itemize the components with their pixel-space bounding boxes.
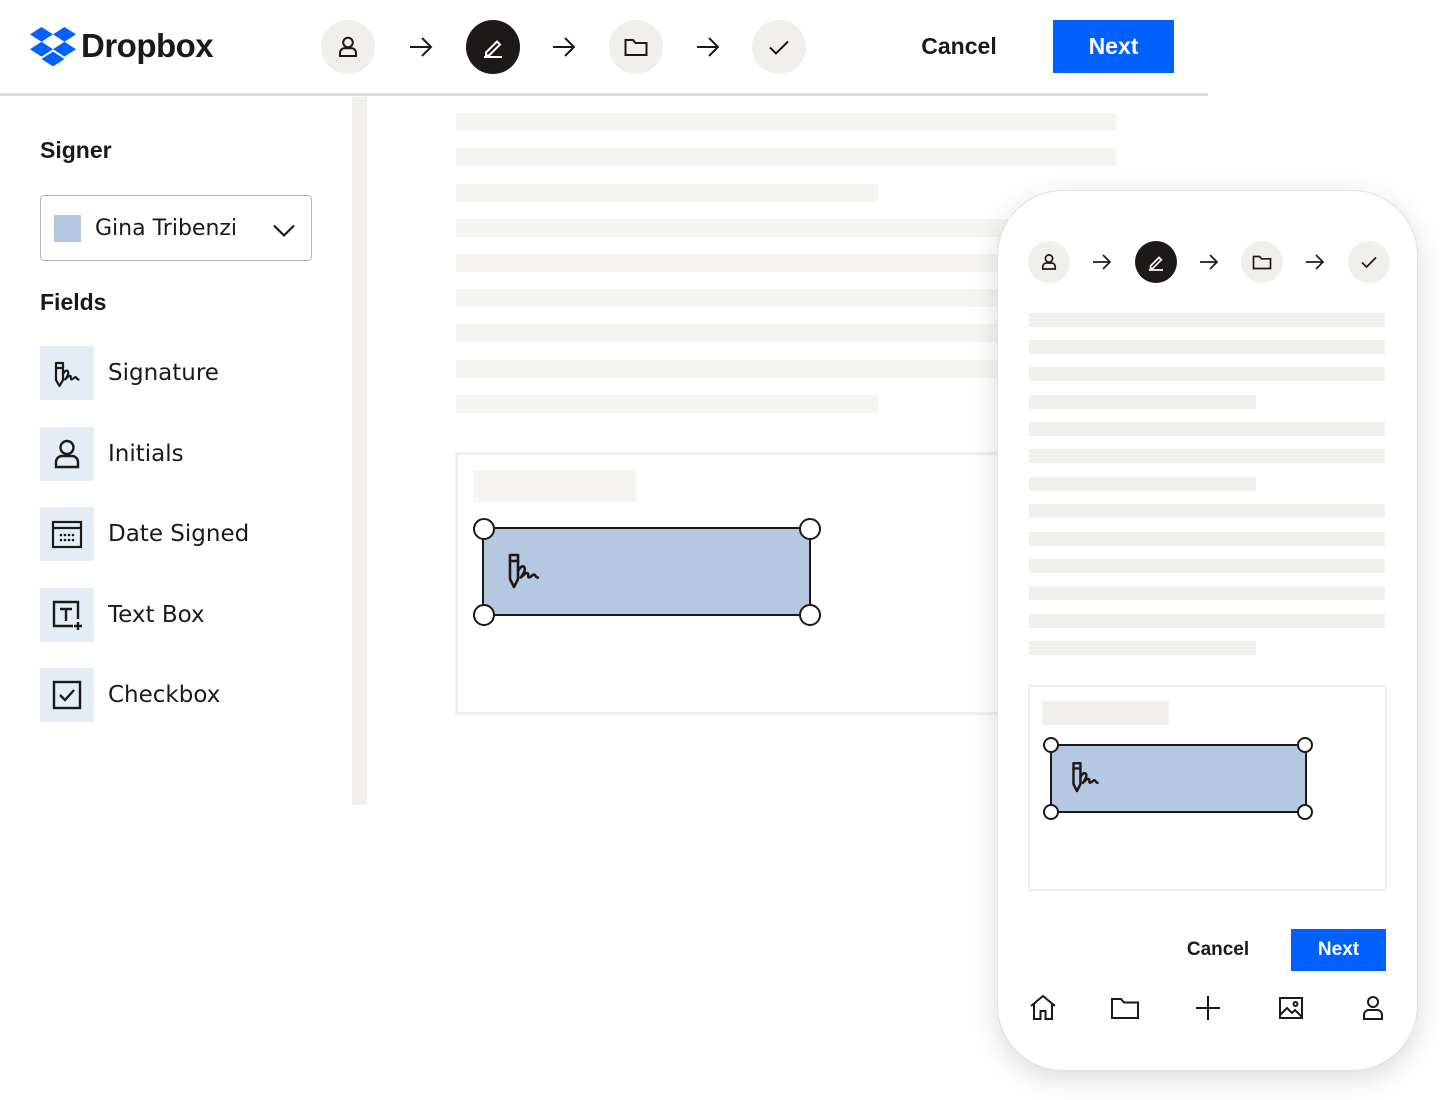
document-text-line xyxy=(1029,586,1385,600)
signature-icon xyxy=(1068,758,1112,798)
document-text-line xyxy=(456,148,1117,166)
document-text-line xyxy=(1029,340,1385,354)
photo-icon[interactable] xyxy=(1274,991,1308,1025)
pen-icon xyxy=(484,40,502,58)
document-text-line xyxy=(1029,477,1256,491)
checkbox-icon xyxy=(52,680,82,710)
top-bar: Dropbox Cancel Next xyxy=(0,0,1208,96)
document-text-line xyxy=(1029,313,1385,327)
resize-handle[interactable] xyxy=(473,518,495,540)
chevron-down-icon xyxy=(271,217,297,243)
signature-section-label xyxy=(1042,701,1169,725)
step-review[interactable] xyxy=(752,20,806,74)
field-label: Signature xyxy=(108,360,219,386)
person-icon xyxy=(54,439,80,469)
pen-icon xyxy=(1149,256,1163,271)
document-text-line xyxy=(456,113,1117,131)
field-text-box[interactable]: Text Box xyxy=(40,588,330,642)
signer-name: Gina Tribenzi xyxy=(95,215,238,241)
document-text-line xyxy=(1029,559,1385,573)
step-save[interactable] xyxy=(609,20,663,74)
resize-handle[interactable] xyxy=(473,604,495,626)
document-text-line xyxy=(1029,422,1385,436)
document-text-line xyxy=(456,184,878,202)
step-recipients[interactable] xyxy=(1028,241,1070,283)
folder-icon xyxy=(1252,255,1272,270)
signature-section-label xyxy=(473,470,637,502)
signature-icon xyxy=(504,549,554,595)
resize-handle[interactable] xyxy=(1043,737,1059,753)
field-label: Checkbox xyxy=(108,682,221,708)
cancel-button[interactable]: Cancel xyxy=(905,20,1013,73)
signature-field[interactable] xyxy=(1050,744,1307,813)
field-label: Date Signed xyxy=(108,521,250,547)
document-text-line xyxy=(456,395,878,413)
document-text-line xyxy=(1029,532,1385,546)
field-icon-box xyxy=(40,346,94,400)
arrow-right-icon xyxy=(1198,251,1220,273)
person-icon xyxy=(339,36,357,57)
document-text-line xyxy=(1029,614,1385,628)
plus-icon[interactable] xyxy=(1191,991,1225,1025)
step-fields[interactable] xyxy=(1135,241,1177,283)
dropbox-logo-icon xyxy=(30,27,76,66)
step-recipients[interactable] xyxy=(321,20,375,74)
field-label: Initials xyxy=(108,441,184,467)
document-text-line xyxy=(1029,449,1385,463)
step-fields[interactable] xyxy=(466,20,520,74)
calendar-icon xyxy=(51,520,83,549)
signer-color-swatch xyxy=(54,214,81,242)
signer-dropdown[interactable]: Gina Tribenzi xyxy=(40,195,312,261)
resize-handle[interactable] xyxy=(1043,804,1059,820)
document-text-line xyxy=(1029,395,1256,409)
folder-icon xyxy=(624,39,648,56)
signature-field[interactable] xyxy=(482,527,811,616)
arrow-right-icon xyxy=(694,33,722,61)
field-icon-box xyxy=(40,427,94,481)
resize-handle[interactable] xyxy=(1297,804,1313,820)
dropbox-logo[interactable]: Dropbox xyxy=(30,26,214,66)
person-icon[interactable] xyxy=(1356,991,1390,1025)
mobile-cancel-button[interactable]: Cancel xyxy=(1168,929,1268,971)
signer-title: Signer xyxy=(40,137,112,163)
arrow-right-icon xyxy=(550,33,578,61)
field-icon-box xyxy=(40,507,94,561)
field-label: Text Box xyxy=(108,602,205,628)
mobile-preview: Cancel Next xyxy=(997,190,1418,1071)
person-icon xyxy=(1041,254,1057,270)
field-signature[interactable]: Signature xyxy=(40,346,330,400)
field-checkbox[interactable]: Checkbox xyxy=(40,668,330,722)
folder-icon[interactable] xyxy=(1108,991,1142,1025)
resize-handle[interactable] xyxy=(799,604,821,626)
brand-name: Dropbox xyxy=(81,27,214,64)
fields-title: Fields xyxy=(40,289,107,315)
resize-handle[interactable] xyxy=(1297,737,1313,753)
arrow-right-icon xyxy=(1091,251,1113,273)
resize-handle[interactable] xyxy=(799,518,821,540)
next-button[interactable]: Next xyxy=(1053,20,1174,73)
arrow-right-icon xyxy=(1304,251,1326,273)
sidebar-divider xyxy=(352,97,367,805)
check-icon xyxy=(1361,256,1377,269)
arrow-right-icon xyxy=(407,33,435,61)
text-box-icon xyxy=(52,600,82,630)
field-date-signed[interactable]: Date Signed xyxy=(40,507,330,561)
home-icon[interactable] xyxy=(1026,991,1060,1025)
mobile-next-button[interactable]: Next xyxy=(1291,929,1386,971)
document-text-line xyxy=(1029,504,1385,518)
document-text-line xyxy=(1029,367,1385,381)
step-review[interactable] xyxy=(1348,241,1390,283)
step-save[interactable] xyxy=(1241,241,1283,283)
signature-icon xyxy=(54,361,80,388)
document-text-line xyxy=(1029,641,1256,655)
field-initials[interactable]: Initials xyxy=(40,427,330,481)
field-icon-box xyxy=(40,668,94,722)
field-icon-box xyxy=(40,588,94,642)
check-icon xyxy=(769,40,789,55)
